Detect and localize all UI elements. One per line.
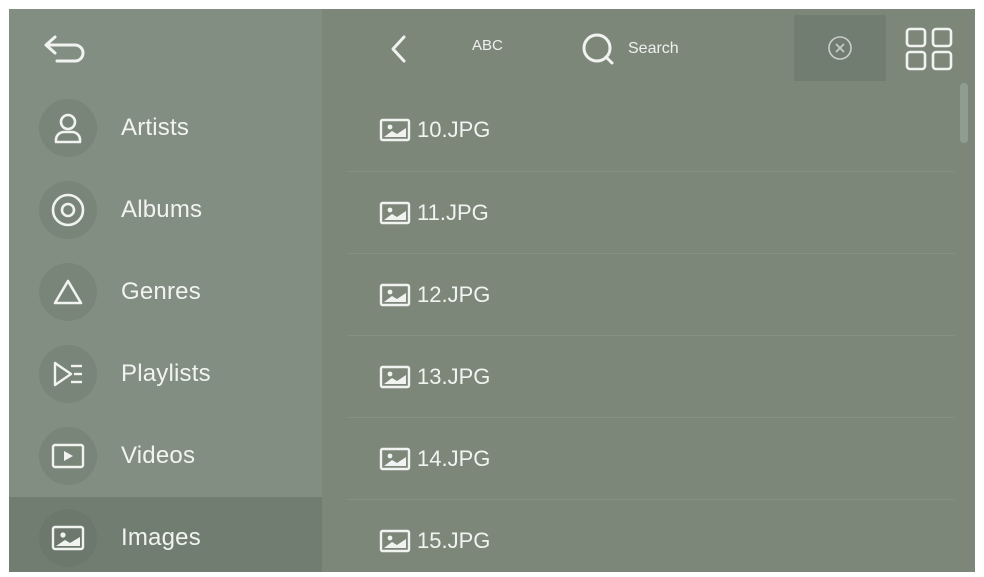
- sidebar-item-genres[interactable]: Genres: [9, 251, 322, 333]
- clear-search-button[interactable]: [794, 15, 886, 81]
- triangle-icon: [39, 263, 97, 321]
- image-file-icon: [379, 529, 411, 553]
- sidebar: Artists Albums Genres Playlists Videos I…: [9, 9, 322, 572]
- sidebar-item-label: Playlists: [121, 360, 211, 387]
- sidebar-item-images[interactable]: Images: [9, 497, 322, 572]
- file-list: 10.JPG 11.JPG 12.JPG 13.JPG 14.JPG 15.JP…: [347, 89, 955, 572]
- image-file-icon: [379, 201, 411, 225]
- alphabet-index-button[interactable]: ABC: [472, 37, 503, 59]
- search-input[interactable]: [626, 33, 790, 65]
- sidebar-item-videos[interactable]: Videos: [9, 415, 322, 497]
- file-name: 11.JPG: [417, 200, 489, 225]
- sidebar-item-label: Images: [121, 524, 201, 551]
- file-name: 12.JPG: [417, 282, 491, 307]
- image-file-icon: [379, 447, 411, 471]
- media-browser-screen: Artists Albums Genres Playlists Videos I…: [9, 9, 975, 572]
- list-item[interactable]: 13.JPG: [347, 335, 955, 418]
- top-toolbar: ABC: [322, 9, 975, 87]
- clear-circle-icon: [828, 36, 852, 60]
- file-name: 13.JPG: [417, 364, 491, 389]
- list-item[interactable]: 14.JPG: [347, 417, 955, 500]
- sidebar-item-label: Genres: [121, 278, 201, 305]
- sidebar-item-label: Artists: [121, 114, 190, 141]
- image-icon: [39, 509, 97, 567]
- sidebar-item-label: Videos: [121, 442, 196, 469]
- image-file-icon: [379, 118, 411, 142]
- file-name: 14.JPG: [417, 446, 491, 471]
- sidebar-item-artists[interactable]: Artists: [9, 87, 322, 169]
- person-icon: [39, 99, 97, 157]
- return-button[interactable]: [35, 29, 91, 69]
- sidebar-item-label: Albums: [121, 196, 203, 223]
- sidebar-item-albums[interactable]: Albums: [9, 169, 322, 251]
- list-item[interactable]: 15.JPG: [347, 499, 955, 572]
- grid-view-button[interactable]: [894, 21, 964, 77]
- file-name: 10.JPG: [417, 117, 491, 142]
- list-item[interactable]: 12.JPG: [347, 253, 955, 336]
- search-icon: [582, 33, 614, 65]
- disc-icon: [39, 181, 97, 239]
- sidebar-item-playlists[interactable]: Playlists: [9, 333, 322, 415]
- grid-view-icon: [905, 27, 953, 71]
- image-file-icon: [379, 283, 411, 307]
- file-name: 15.JPG: [417, 528, 491, 553]
- playlist-icon: [39, 345, 97, 403]
- back-button[interactable]: [384, 31, 414, 67]
- chevron-left-icon: [391, 35, 406, 63]
- list-scrollbar[interactable]: [960, 83, 968, 143]
- return-arrow-icon: [44, 35, 85, 63]
- list-item[interactable]: 10.JPG: [347, 89, 955, 171]
- image-file-icon: [379, 365, 411, 389]
- video-icon: [39, 427, 97, 485]
- list-item[interactable]: 11.JPG: [347, 171, 955, 254]
